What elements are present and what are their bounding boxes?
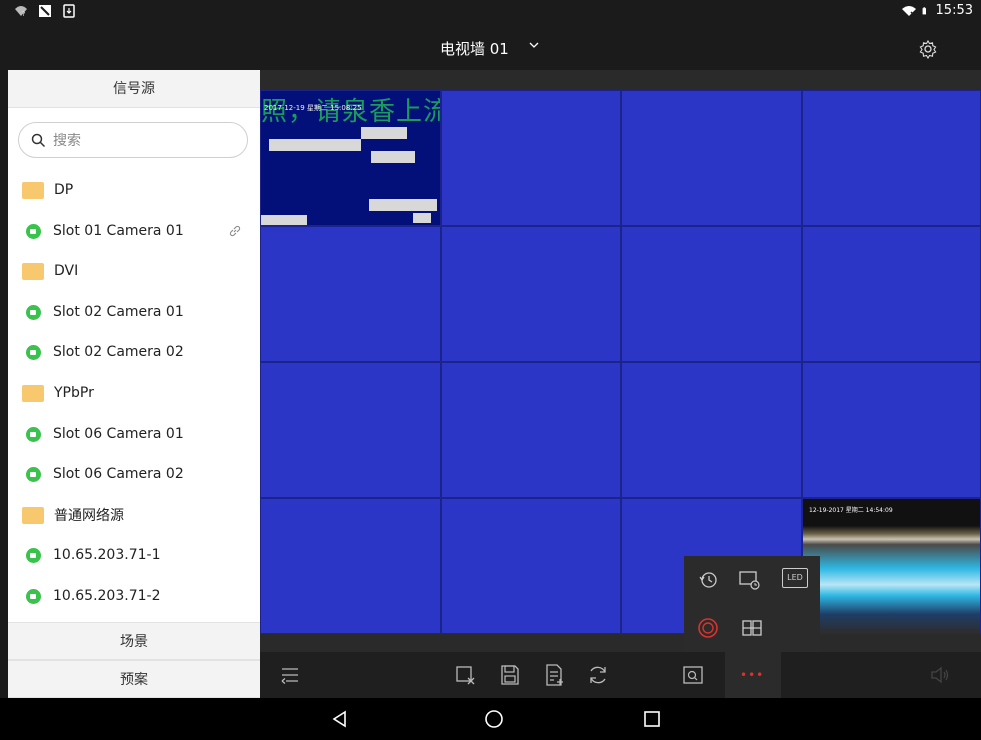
led-icon[interactable]: LED — [782, 568, 808, 588]
download-icon — [63, 4, 75, 18]
camera-item[interactable]: 10.65.203.71-1 — [22, 540, 248, 570]
list-item-label: YPbPr — [54, 385, 94, 401]
save-icon[interactable] — [498, 663, 522, 687]
folder-item[interactable]: YPbPr — [22, 378, 248, 408]
folder-icon — [22, 262, 44, 280]
close-window-icon[interactable] — [454, 663, 478, 687]
camera-item[interactable]: Slot 06 Camera 02 — [22, 459, 248, 489]
camera-icon — [26, 223, 41, 239]
camera-icon — [26, 466, 41, 482]
wall-window[interactable] — [441, 362, 621, 498]
folder-item[interactable]: 普通网络源 — [22, 500, 248, 530]
redacted-block — [269, 139, 361, 151]
wall-window[interactable]: 12-19-2017 星期二 14:54:09 — [802, 498, 981, 634]
history-icon[interactable] — [696, 568, 720, 592]
title-bar: 电视墙 01 — [0, 24, 981, 70]
list-item-label: Slot 02 Camera 01 — [53, 304, 184, 320]
list-item-label: Slot 01 Camera 01 — [53, 223, 184, 239]
camera-item[interactable]: Slot 02 Camera 01 — [22, 297, 248, 327]
wall-window[interactable]: 照，请泉香上流 2017-12-19 星期二 15:08:25 — [260, 90, 441, 226]
list-item-label: 普通网络源 — [54, 508, 124, 524]
wall-window[interactable] — [621, 90, 802, 226]
svg-text:?: ? — [22, 11, 25, 18]
folder-icon — [22, 384, 44, 402]
wall-title[interactable]: 电视墙 01 — [440, 38, 509, 59]
record-icon[interactable] — [696, 616, 720, 640]
wall-window[interactable] — [621, 362, 802, 498]
wall-window[interactable] — [441, 226, 621, 362]
feed-timestamp: 2017-12-19 星期二 15:08:25 — [264, 104, 362, 112]
camera-icon — [26, 547, 41, 563]
status-bar: ? 15:53 — [0, 0, 981, 24]
tab-scene[interactable]: 场景 — [8, 622, 260, 660]
redacted-block — [361, 127, 407, 139]
camera-icon — [26, 426, 41, 442]
folder-icon — [22, 506, 44, 524]
redacted-block — [261, 215, 307, 225]
collapse-icon[interactable] — [278, 663, 302, 687]
tab-plan[interactable]: 预案 — [8, 660, 260, 698]
list-item-label: 10.65.203.71-2 — [53, 588, 161, 604]
refresh-icon[interactable] — [586, 663, 610, 687]
list-item-label: DP — [54, 182, 74, 198]
search-icon — [31, 133, 46, 148]
redacted-block — [371, 151, 415, 163]
wifi-x-icon — [901, 5, 916, 17]
home-icon[interactable] — [484, 709, 504, 729]
more-actions-popup: LED — [684, 556, 820, 652]
nav-bar — [0, 698, 981, 740]
wall-window[interactable] — [441, 90, 621, 226]
list-item-label: DVI — [54, 263, 79, 279]
wifi-question-icon: ? — [15, 6, 27, 18]
folder-icon — [22, 181, 44, 199]
folder-item[interactable]: DP — [22, 175, 248, 205]
camera-icon — [26, 344, 41, 360]
wall-window[interactable] — [260, 498, 441, 634]
wall-window[interactable] — [260, 362, 441, 498]
video-wall-grid: 照，请泉香上流 2017-12-19 星期二 15:08:25 12-19-2017… — [260, 90, 981, 634]
screen-timer-icon[interactable] — [738, 568, 762, 592]
folder-item[interactable]: DVI — [22, 256, 248, 286]
feed-timestamp: 12-19-2017 星期二 14:54:09 — [809, 507, 893, 514]
camera-icon — [26, 588, 41, 604]
search-box[interactable] — [18, 122, 248, 158]
wall-window[interactable] — [802, 226, 981, 362]
list-item-label: Slot 06 Camera 02 — [53, 466, 184, 482]
split-icon[interactable] — [740, 616, 764, 640]
gear-icon[interactable] — [918, 39, 938, 59]
search-input[interactable] — [53, 129, 233, 153]
back-icon[interactable] — [330, 709, 350, 729]
wall-window[interactable] — [260, 226, 441, 362]
video-wall-area: 照，请泉香上流 2017-12-19 星期二 15:08:25 12-19-2017… — [260, 70, 981, 654]
redacted-block — [369, 199, 437, 211]
wall-window[interactable] — [802, 362, 981, 498]
add-doc-icon[interactable] — [542, 663, 566, 687]
tab-signal-source[interactable]: 信号源 — [8, 70, 260, 108]
link-icon — [229, 225, 241, 237]
volume-icon[interactable] — [928, 663, 952, 687]
bottom-toolbar: ••• — [260, 652, 981, 698]
camera-item[interactable]: 10.65.203.71-2 — [22, 581, 248, 611]
chevron-down-icon[interactable] — [528, 39, 540, 51]
zoom-screen-icon[interactable] — [681, 663, 705, 687]
wall-window[interactable] — [621, 226, 802, 362]
recents-icon[interactable] — [642, 709, 662, 729]
list-item-label: 10.65.203.71-1 — [53, 547, 161, 563]
more-icon[interactable]: ••• — [725, 652, 781, 698]
battery-icon — [922, 6, 926, 14]
wall-window[interactable] — [441, 498, 621, 634]
camera-item[interactable]: Slot 06 Camera 01 — [22, 419, 248, 449]
camera-icon — [26, 304, 41, 320]
no-sim-icon — [39, 5, 51, 17]
status-time: 15:53 — [935, 3, 973, 18]
redacted-block — [413, 213, 431, 223]
wall-window[interactable] — [802, 90, 981, 226]
camera-item[interactable]: Slot 02 Camera 02 — [22, 337, 248, 367]
list-item-label: Slot 02 Camera 02 — [53, 344, 184, 360]
camera-item[interactable]: Slot 01 Camera 01 — [22, 216, 248, 246]
list-item-label: Slot 06 Camera 01 — [53, 426, 184, 442]
sidebar: 信号源 DP Slot 01 Camera 01 DVI Slot 02 Camera… — [8, 70, 260, 698]
